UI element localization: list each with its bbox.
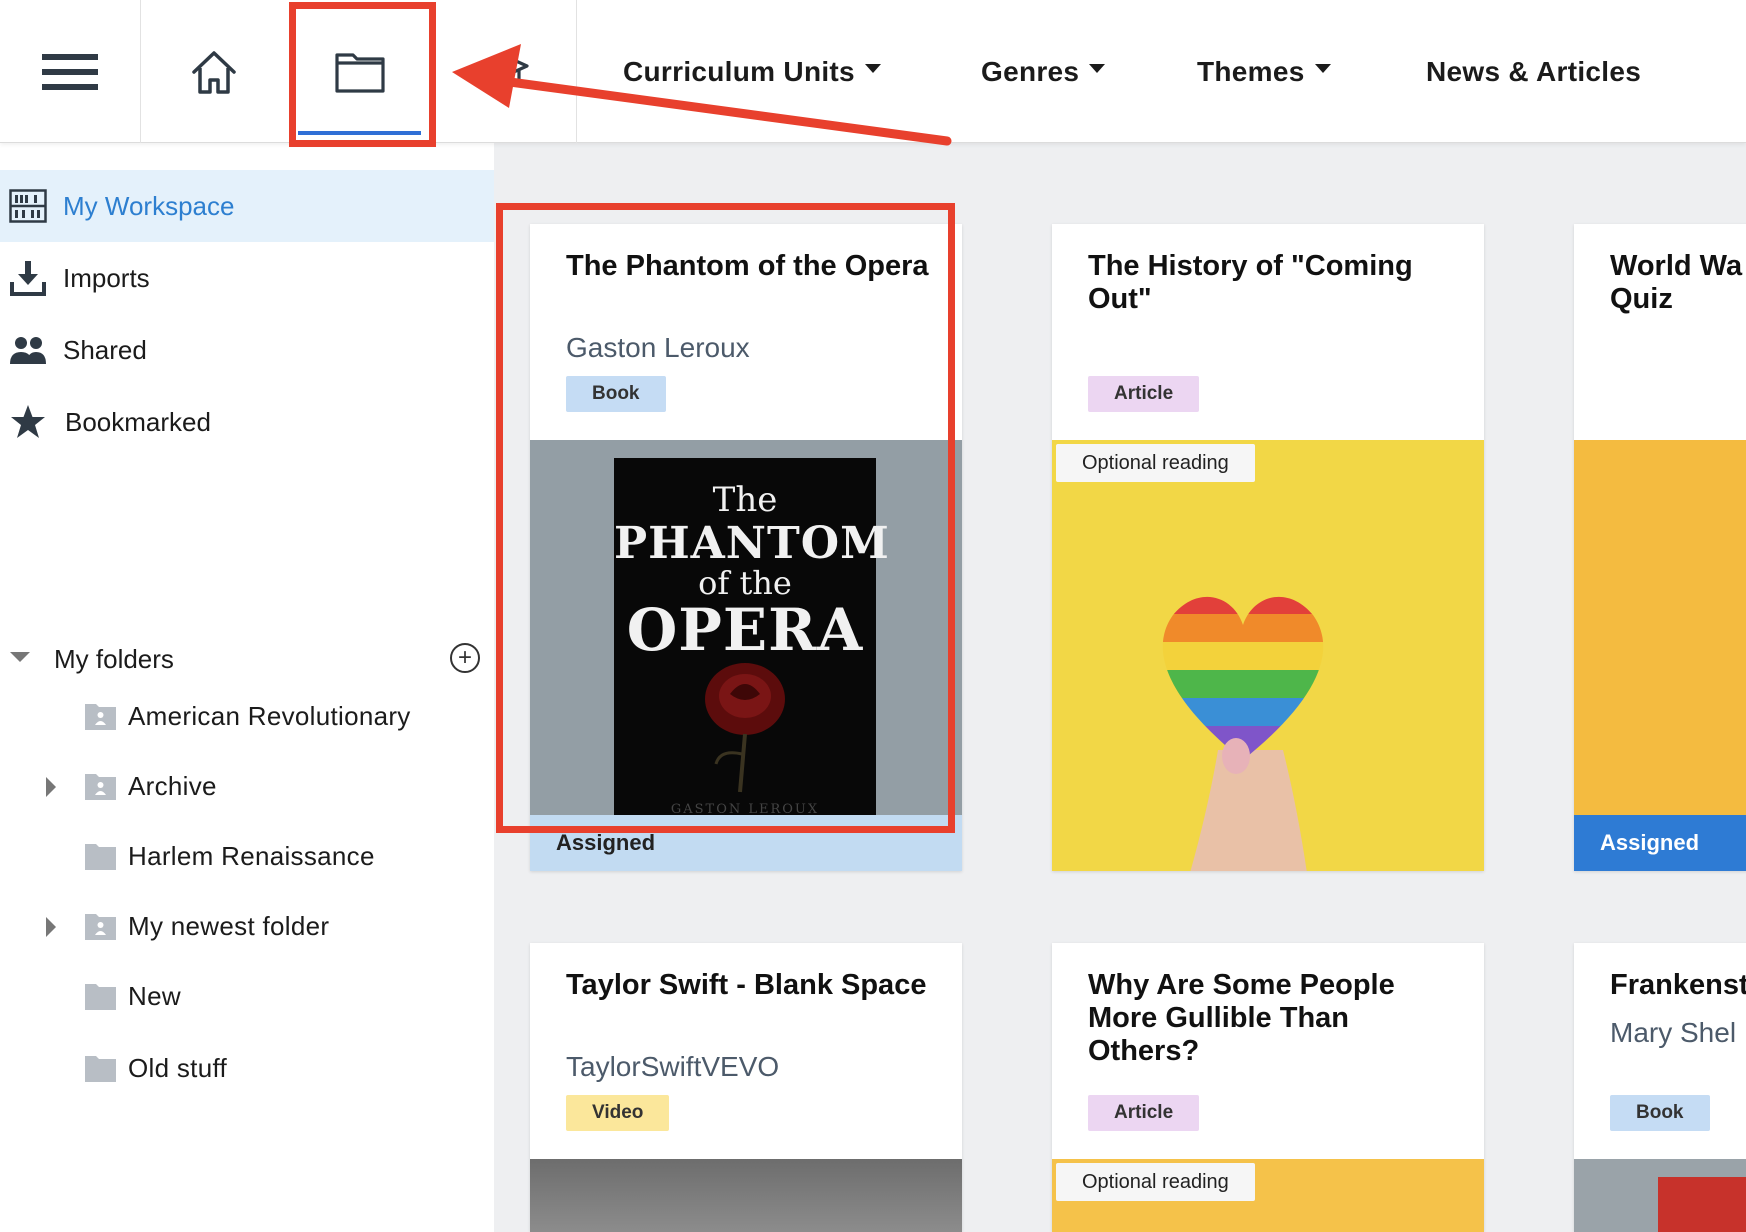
card-title: Frankenst	[1610, 969, 1746, 1001]
folder-item-old-stuff[interactable]: Old stuff	[0, 1040, 494, 1100]
folder-label: Harlem Renaissance	[128, 841, 375, 871]
card-title: World Wa Quiz	[1610, 250, 1746, 316]
folder-item-my-newest-folder[interactable]: My newest folder	[0, 898, 494, 958]
folder-icon	[85, 844, 116, 870]
card-title-line: World Wa	[1610, 250, 1743, 282]
graduation-cap-icon	[480, 53, 529, 88]
hamburger-icon	[42, 53, 98, 90]
sidebar-item-bookmarked[interactable]: Bookmarked	[0, 386, 494, 458]
content-card-world-war-quiz[interactable]: World Wa Quiz Assigned	[1574, 224, 1746, 871]
assigned-status-bar: Assigned	[1574, 815, 1746, 871]
workspace-content: The Phantom of the Opera Gaston Leroux B…	[494, 143, 1746, 1232]
collapse-triangle-icon[interactable]	[10, 652, 30, 662]
folder-icon	[85, 1056, 116, 1082]
annotation-highlight-box	[289, 2, 436, 147]
card-cover-image	[1574, 440, 1746, 815]
card-cover-image	[1574, 1159, 1746, 1232]
caret-down-icon	[1314, 64, 1331, 73]
content-card-history-of-coming-out[interactable]: The History of "Coming Out" Article Opti…	[1052, 224, 1484, 871]
card-cover-image: Optional reading	[1052, 440, 1484, 871]
sidebar: My Workspace Imports Shared Bookmarked M…	[0, 143, 494, 1232]
menu-themes[interactable]: Themes	[1197, 0, 1331, 143]
card-type-badge: Article	[1088, 1095, 1200, 1131]
my-folders-header[interactable]: My folders +	[0, 630, 494, 690]
menu-news-articles[interactable]: News & Articles	[1426, 0, 1641, 143]
sidebar-item-label: Bookmarked	[65, 406, 211, 437]
caret-down-icon	[1089, 64, 1106, 73]
folder-icon	[85, 984, 116, 1010]
download-icon	[8, 260, 48, 296]
folder-item-archive[interactable]: Archive	[0, 758, 494, 818]
sidebar-item-label: Shared	[63, 334, 147, 365]
folder-item-harlem-renaissance[interactable]: Harlem Renaissance	[0, 828, 494, 888]
folder-label: My newest folder	[128, 911, 330, 941]
card-author[interactable]: TaylorSwiftVEVO	[566, 1051, 779, 1083]
book-cover	[1658, 1177, 1746, 1232]
home-icon	[191, 50, 236, 94]
menu-genres[interactable]: Genres	[981, 0, 1106, 143]
shared-folder-icon	[85, 914, 116, 940]
card-type-badge: Video	[566, 1095, 670, 1131]
sidebar-item-shared[interactable]: Shared	[0, 314, 494, 386]
my-folders-label: My folders	[54, 644, 174, 674]
folder-label: Old stuff	[128, 1053, 228, 1083]
home-button[interactable]	[141, 0, 286, 143]
caret-down-icon	[864, 64, 881, 73]
card-type-badge: Book	[1610, 1095, 1710, 1131]
shared-folder-icon	[85, 774, 116, 800]
card-title: Why Are Some People More Gullible Than O…	[1088, 969, 1395, 1067]
folder-label: American Revolutionary	[128, 701, 411, 731]
sidebar-item-imports[interactable]: Imports	[0, 242, 494, 314]
classes-button[interactable]	[433, 0, 576, 143]
expand-triangle-icon[interactable]	[46, 777, 56, 797]
content-card-frankenstein[interactable]: Frankenst Mary Shel Book	[1574, 943, 1746, 1232]
shared-folder-icon	[85, 704, 116, 730]
content-card-why-are-some-people-gullible[interactable]: Why Are Some People More Gullible Than O…	[1052, 943, 1484, 1232]
card-cover-image: Optional reading	[1052, 1159, 1484, 1232]
card-title-line: Quiz	[1610, 283, 1673, 315]
sidebar-item-label: My Workspace	[63, 190, 235, 221]
star-icon	[8, 404, 48, 440]
bookshelf-icon	[8, 188, 48, 224]
menu-genres-label: Genres	[981, 55, 1080, 87]
content-card-taylor-swift-blank-space[interactable]: Taylor Swift - Blank Space TaylorSwiftVE…	[530, 943, 962, 1232]
add-folder-icon[interactable]: +	[450, 643, 480, 673]
folder-label: Archive	[128, 771, 217, 801]
card-author[interactable]: Mary Shel	[1610, 1017, 1736, 1049]
folder-item-new[interactable]: New	[0, 968, 494, 1028]
menu-curriculum-units-label: Curriculum Units	[623, 55, 855, 87]
expand-triangle-icon[interactable]	[46, 917, 56, 937]
card-type-badge: Article	[1088, 376, 1200, 412]
optional-reading-tag: Optional reading	[1056, 1163, 1255, 1201]
annotation-highlight-box	[496, 203, 955, 833]
people-icon	[8, 332, 48, 368]
folder-label: New	[128, 981, 181, 1011]
sidebar-item-my-workspace[interactable]: My Workspace	[0, 170, 494, 242]
menu-curriculum-units[interactable]: Curriculum Units	[623, 0, 881, 143]
top-navigation-bar: Curriculum Units Genres Themes News & Ar…	[0, 0, 1746, 143]
optional-reading-tag: Optional reading	[1056, 444, 1255, 482]
card-title: The History of "Coming Out"	[1088, 250, 1413, 315]
folder-item-american-revolutionary[interactable]: American Revolutionary	[0, 688, 494, 748]
card-cover-image	[530, 1159, 962, 1232]
menu-themes-label: Themes	[1197, 55, 1305, 87]
rainbow-heart-image	[1162, 596, 1324, 871]
card-title: Taylor Swift - Blank Space	[566, 969, 927, 1001]
menu-news-articles-label: News & Articles	[1426, 55, 1642, 87]
nav-divider	[576, 0, 577, 143]
sidebar-item-label: Imports	[63, 262, 150, 293]
menu-button[interactable]	[0, 0, 140, 143]
